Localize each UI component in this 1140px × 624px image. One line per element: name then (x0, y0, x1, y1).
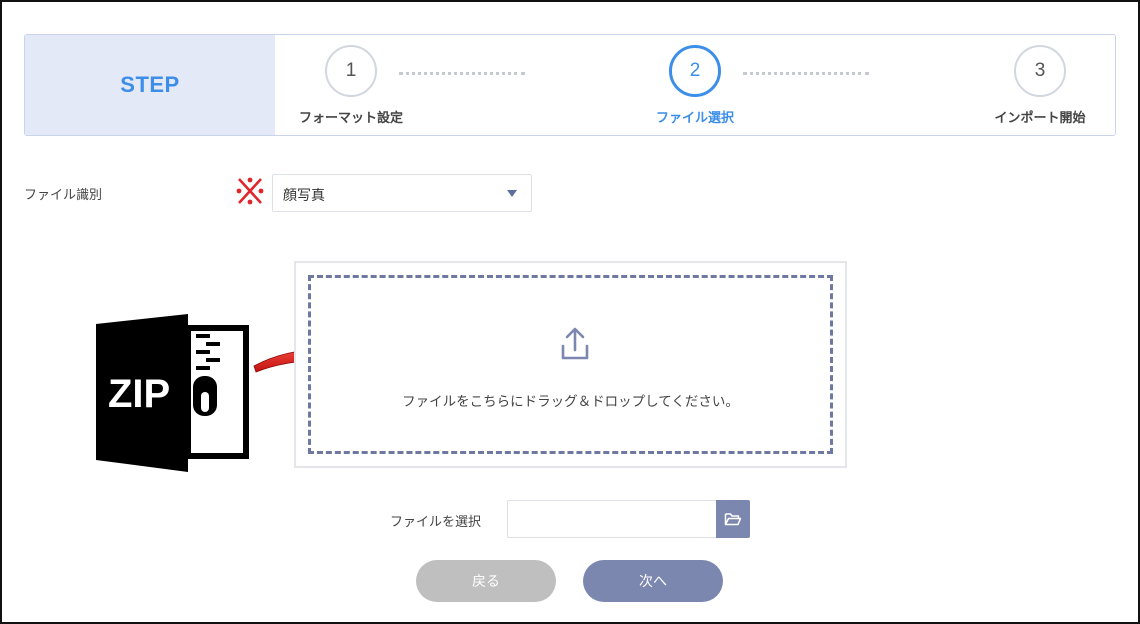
file-type-label: ファイル識別 (24, 188, 103, 203)
back-button[interactable]: 戻る (416, 560, 556, 602)
drop-zone-dashed-area[interactable]: ファイルをこちらにドラッグ＆ドロップしてください。 (308, 275, 833, 454)
step-connector (399, 72, 525, 75)
zip-label: ZIP (108, 372, 170, 416)
drop-zone-instruction: ファイルをこちらにドラッグ＆ドロップしてください。 (402, 394, 739, 410)
zip-file-icon: ZIP (96, 314, 249, 472)
step-progress-bar: STEP 1 フォーマット設定 2 ファイル選択 3 インポート開始 (24, 34, 1116, 136)
step-number-circle: 2 (669, 45, 721, 97)
choose-file-label: ファイルを選択 (390, 515, 482, 530)
browse-folder-button[interactable] (716, 500, 750, 538)
step-number-circle: 3 (1014, 45, 1066, 97)
file-type-selected-value: 顔写真 (283, 188, 325, 204)
file-type-select[interactable]: 顔写真 (272, 174, 532, 212)
next-button[interactable]: 次へ (583, 560, 723, 602)
upload-icon (561, 327, 589, 360)
step-format-settings: 1 フォーマット設定 (291, 45, 411, 126)
step-label: インポート開始 (994, 111, 1086, 126)
required-asterisk-icon (236, 177, 264, 205)
chevron-down-icon (507, 190, 517, 197)
step-label: ファイル選択 (655, 111, 734, 126)
file-path-input[interactable] (507, 500, 717, 538)
folder-open-icon (724, 513, 742, 526)
step-number-circle: 1 (325, 45, 377, 97)
page-frame: STEP 1 フォーマット設定 2 ファイル選択 3 インポート開始 ファイル識… (0, 0, 1140, 624)
step-connector (743, 72, 869, 75)
step-header: STEP (25, 35, 275, 135)
step-file-select: 2 ファイル選択 (635, 45, 755, 126)
step-label: フォーマット設定 (298, 111, 403, 126)
step-import-start: 3 インポート開始 (979, 45, 1101, 126)
file-drop-zone[interactable]: ファイルをこちらにドラッグ＆ドロップしてください。 (294, 261, 847, 468)
step-title: STEP (120, 72, 180, 97)
